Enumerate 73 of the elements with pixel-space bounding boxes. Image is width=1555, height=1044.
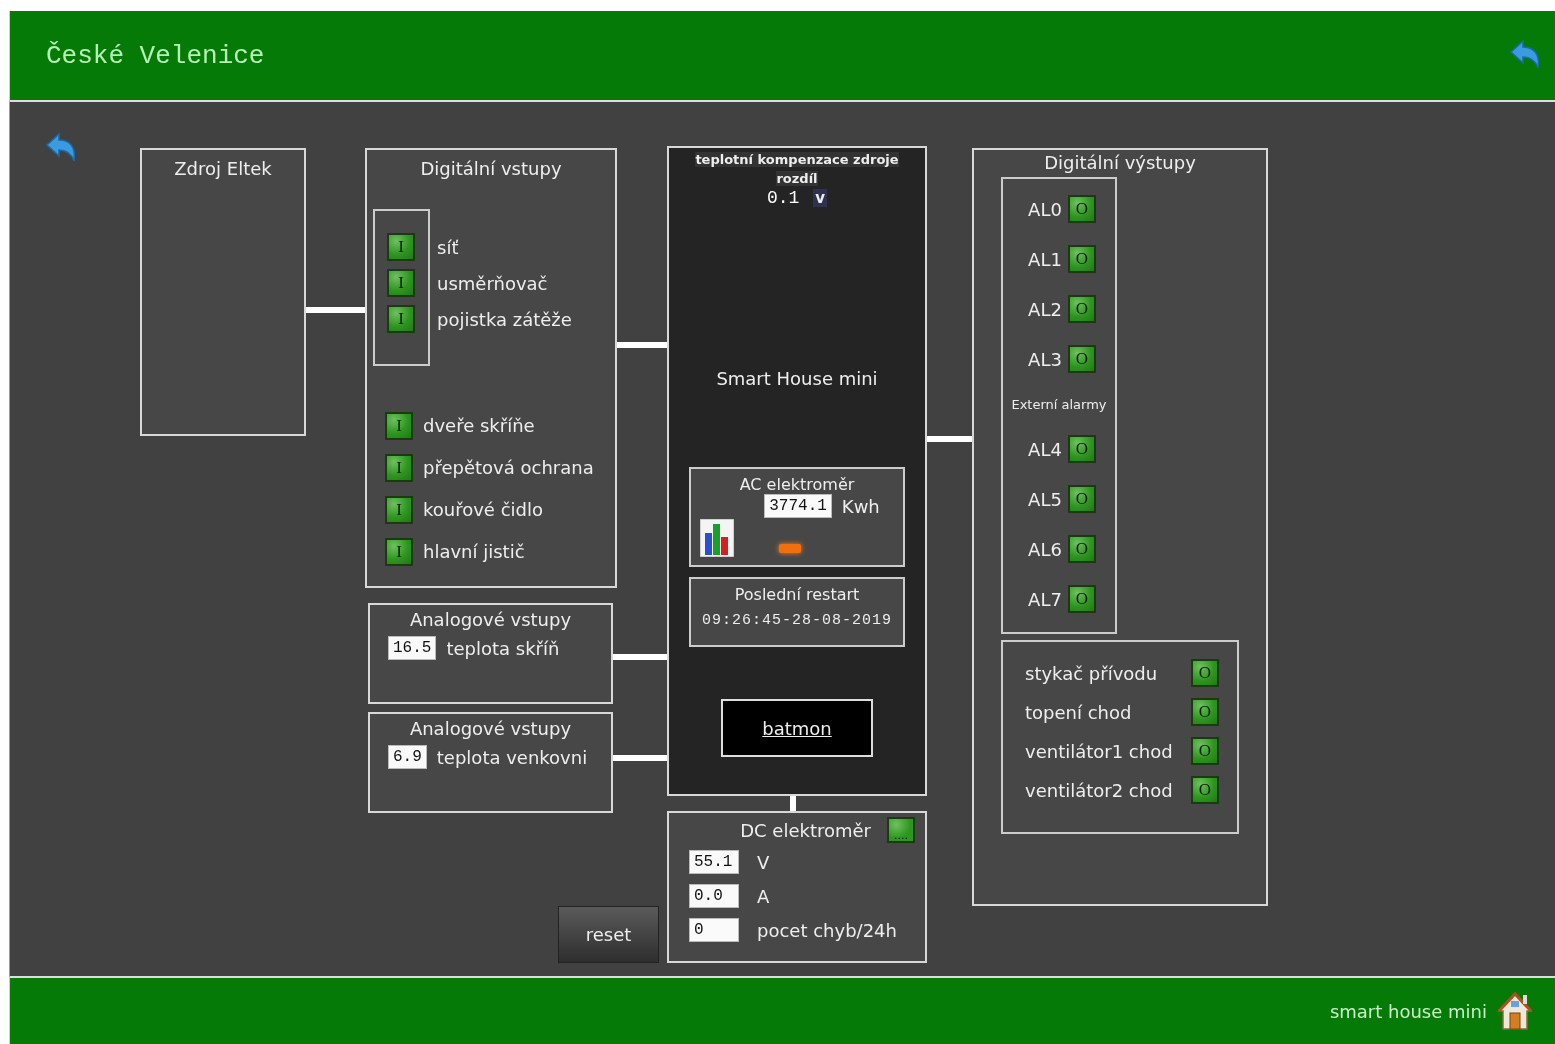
- indicator-button[interactable]: O: [1067, 435, 1096, 463]
- indicator-button[interactable]: I: [385, 411, 413, 440]
- group-heading: Externí alarmy: [1011, 395, 1107, 414]
- value-field: 0.0: [689, 884, 739, 908]
- value-field: 6.9: [388, 745, 427, 769]
- input-label: hlavní jistič: [423, 541, 525, 562]
- indicator-button[interactable]: O: [1191, 776, 1219, 804]
- indicator-button[interactable]: I: [387, 233, 415, 261]
- indicator-button[interactable]: O: [1191, 737, 1219, 765]
- indicator-button[interactable]: O: [1067, 345, 1096, 373]
- input-label: přepětová ochrana: [423, 457, 594, 478]
- panel-title: Digitální vstupy: [420, 158, 562, 179]
- unit-label: Kwh: [841, 495, 880, 517]
- input-label: síť: [437, 236, 459, 258]
- value-field: 55.1: [689, 850, 739, 874]
- indicator-button[interactable]: O: [1067, 195, 1096, 223]
- value-field: 0: [689, 918, 739, 942]
- compensation-title: teplotní kompenzace zdroje: [695, 152, 899, 167]
- relay-label: stykač přívodu: [1025, 662, 1158, 684]
- panel-title: Poslední restart: [734, 585, 860, 604]
- unit-label: pocet chyb/24h: [757, 919, 897, 941]
- indicator-button[interactable]: I: [385, 495, 413, 524]
- difference-value: 0.1: [766, 188, 800, 208]
- alarm-label: AL2: [1028, 298, 1062, 320]
- device-name: Smart House mini: [716, 368, 878, 389]
- alarm-label: AL0: [1028, 198, 1062, 220]
- alarm-label: AL1: [1028, 248, 1062, 270]
- value-field: 16.5: [388, 636, 437, 660]
- indicator-button[interactable]: O: [1067, 535, 1096, 563]
- panel-title: Analogové vstupy: [409, 609, 572, 630]
- relay-label: topení chod: [1025, 701, 1132, 723]
- alarm-label: AL7: [1028, 588, 1062, 610]
- house-icon[interactable]: [1497, 991, 1533, 1031]
- input-label: dveře skříňe: [423, 415, 535, 436]
- indicator-button[interactable]: O: [1067, 245, 1096, 273]
- indicator-button[interactable]: I: [387, 269, 415, 297]
- panel-title: AC elektroměr: [739, 475, 855, 494]
- bar-chart-icon[interactable]: [700, 519, 734, 557]
- indicator-button[interactable]: I: [387, 305, 415, 333]
- panel-title: Zdroj Eltek: [174, 158, 272, 179]
- indicator-button[interactable]: O: [1067, 585, 1096, 613]
- relay-label: ventilátor1 chod: [1025, 740, 1173, 762]
- difference-unit: v: [813, 189, 828, 207]
- relay-label: ventilátor2 chod: [1025, 779, 1173, 801]
- status-led-icon: [779, 544, 801, 553]
- unit-label: A: [757, 885, 770, 907]
- indicator-button[interactable]: I: [385, 453, 413, 482]
- panel-title: Digitální výstupy: [1044, 152, 1196, 173]
- indicator-button[interactable]: O: [1067, 485, 1096, 513]
- indicator-button[interactable]: O: [1067, 295, 1096, 323]
- sensor-label: teplota venkovni: [436, 746, 588, 768]
- difference-label: rozdíl: [776, 171, 818, 186]
- indicator-button[interactable]: O: [1191, 659, 1219, 687]
- unit-label: V: [757, 851, 770, 873]
- panel-title: Analogové vstupy: [409, 718, 572, 739]
- input-label: kouřové čidlo: [423, 499, 543, 520]
- energy-field: 3774.1: [764, 494, 832, 518]
- alarm-label: AL4: [1028, 438, 1062, 460]
- footer-text: smart house mini: [1329, 1000, 1487, 1022]
- input-label: usměrňovač: [437, 272, 548, 294]
- alarm-label: AL3: [1028, 348, 1062, 370]
- restart-time: 09:26:45-28-08-2019: [702, 612, 892, 629]
- sensor-label: teplota skříň: [446, 637, 560, 659]
- alarm-label: AL5: [1028, 488, 1062, 510]
- input-label: pojistka zátěže: [437, 308, 572, 330]
- site-title: České Velenice: [46, 40, 265, 71]
- alarm-label: AL6: [1028, 538, 1062, 560]
- indicator-button[interactable]: I: [385, 537, 413, 566]
- batmon-link[interactable]: batmon: [721, 699, 873, 757]
- reset-button[interactable]: reset: [558, 906, 659, 963]
- status-indicator: ....: [887, 817, 915, 843]
- panel-title: DC elektroměr: [740, 819, 871, 841]
- indicator-button[interactable]: O: [1191, 698, 1219, 726]
